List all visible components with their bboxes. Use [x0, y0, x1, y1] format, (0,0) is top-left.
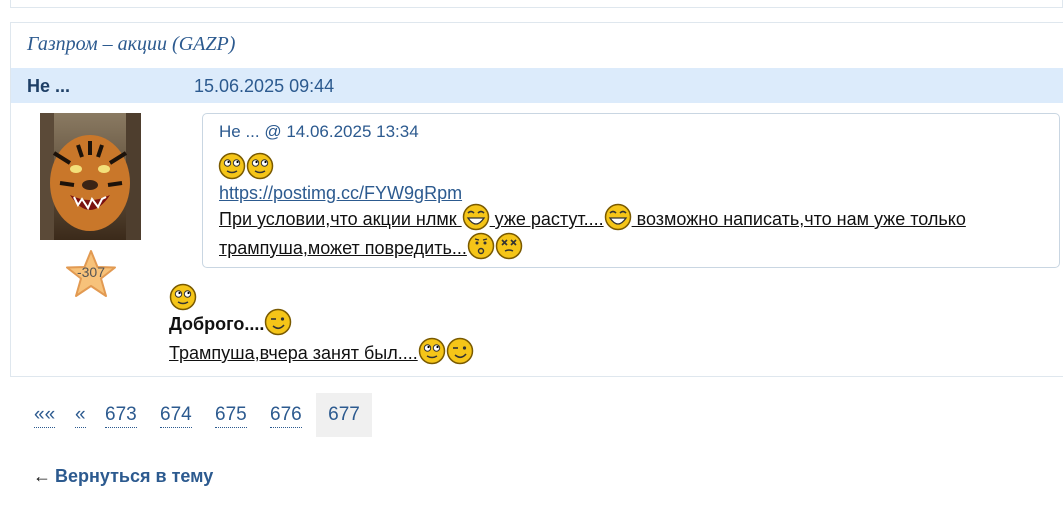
pagination-page[interactable]: 673 [105, 403, 137, 428]
post-header: Не ... 15.06.2025 09:44 [11, 68, 1063, 103]
reputation-value: -307 [76, 264, 106, 280]
quote-text-part-4: трампуша,может повредить... [219, 238, 467, 258]
thinking-smiley-icon [467, 232, 495, 260]
back-to-topic-link[interactable]: ← Вернуться в тему [33, 466, 213, 487]
pagination-prev[interactable]: « [75, 403, 86, 428]
post-date[interactable]: 15.06.2025 09:44 [194, 76, 334, 97]
wink-smiley-icon [446, 337, 474, 365]
rolleyes-smiley-icon [218, 152, 246, 180]
quote-text-part-1: При условии,что акции нлмк [219, 209, 462, 229]
previous-post-fragment [10, 0, 1063, 8]
pagination-first[interactable]: «« [34, 403, 56, 428]
post-text-line: Трампуша,вчера занят был.... [169, 338, 474, 365]
back-arrow-icon: ← [33, 466, 51, 486]
greeting-text: Доброго.... [169, 314, 265, 334]
rolleyes-smiley-icon [246, 152, 274, 180]
post-author[interactable]: Не ... [27, 76, 70, 97]
laughing-smiley-icon [604, 203, 632, 231]
dizzy-smiley-icon [495, 232, 523, 260]
pagination-page[interactable]: 674 [160, 403, 192, 428]
quote-header[interactable]: Не ... @ 14.06.2025 13:34 [219, 122, 419, 142]
quote-text-line-1: При условии,что акции нлмк уже растут...… [219, 204, 966, 231]
greeting-line: Доброго.... [169, 309, 292, 336]
avatar[interactable] [40, 113, 141, 240]
quote-smileys [218, 152, 274, 180]
rolleyes-smiley-icon [169, 283, 197, 311]
quote-text-line-2: трампуша,может повредить... [219, 233, 523, 260]
back-to-topic-label: Вернуться в тему [55, 466, 214, 486]
rolleyes-smiley-icon [418, 337, 446, 365]
pagination-page[interactable]: 676 [270, 403, 302, 428]
quote-text-part-3: возможно написать,что нам уже только [631, 209, 966, 229]
wink-smiley-icon [264, 308, 292, 336]
laughing-smiley-icon [462, 203, 490, 231]
post-panel: Газпром – акции (GAZP) Не ... 15.06.2025… [10, 22, 1063, 377]
post-text: Трампуша,вчера занят был.... [169, 343, 418, 363]
reputation-star[interactable]: -307 [65, 249, 117, 299]
quote-text-part-2: уже растут.... [489, 209, 604, 229]
pagination-current-page: 677 [316, 393, 372, 437]
quote-link[interactable]: https://postimg.cc/FYW9gRpm [219, 183, 462, 204]
quote-block: Не ... @ 14.06.2025 13:34 https://postim… [202, 113, 1060, 268]
pagination-page[interactable]: 675 [215, 403, 247, 428]
topic-title[interactable]: Газпром – акции (GAZP) [27, 33, 235, 56]
